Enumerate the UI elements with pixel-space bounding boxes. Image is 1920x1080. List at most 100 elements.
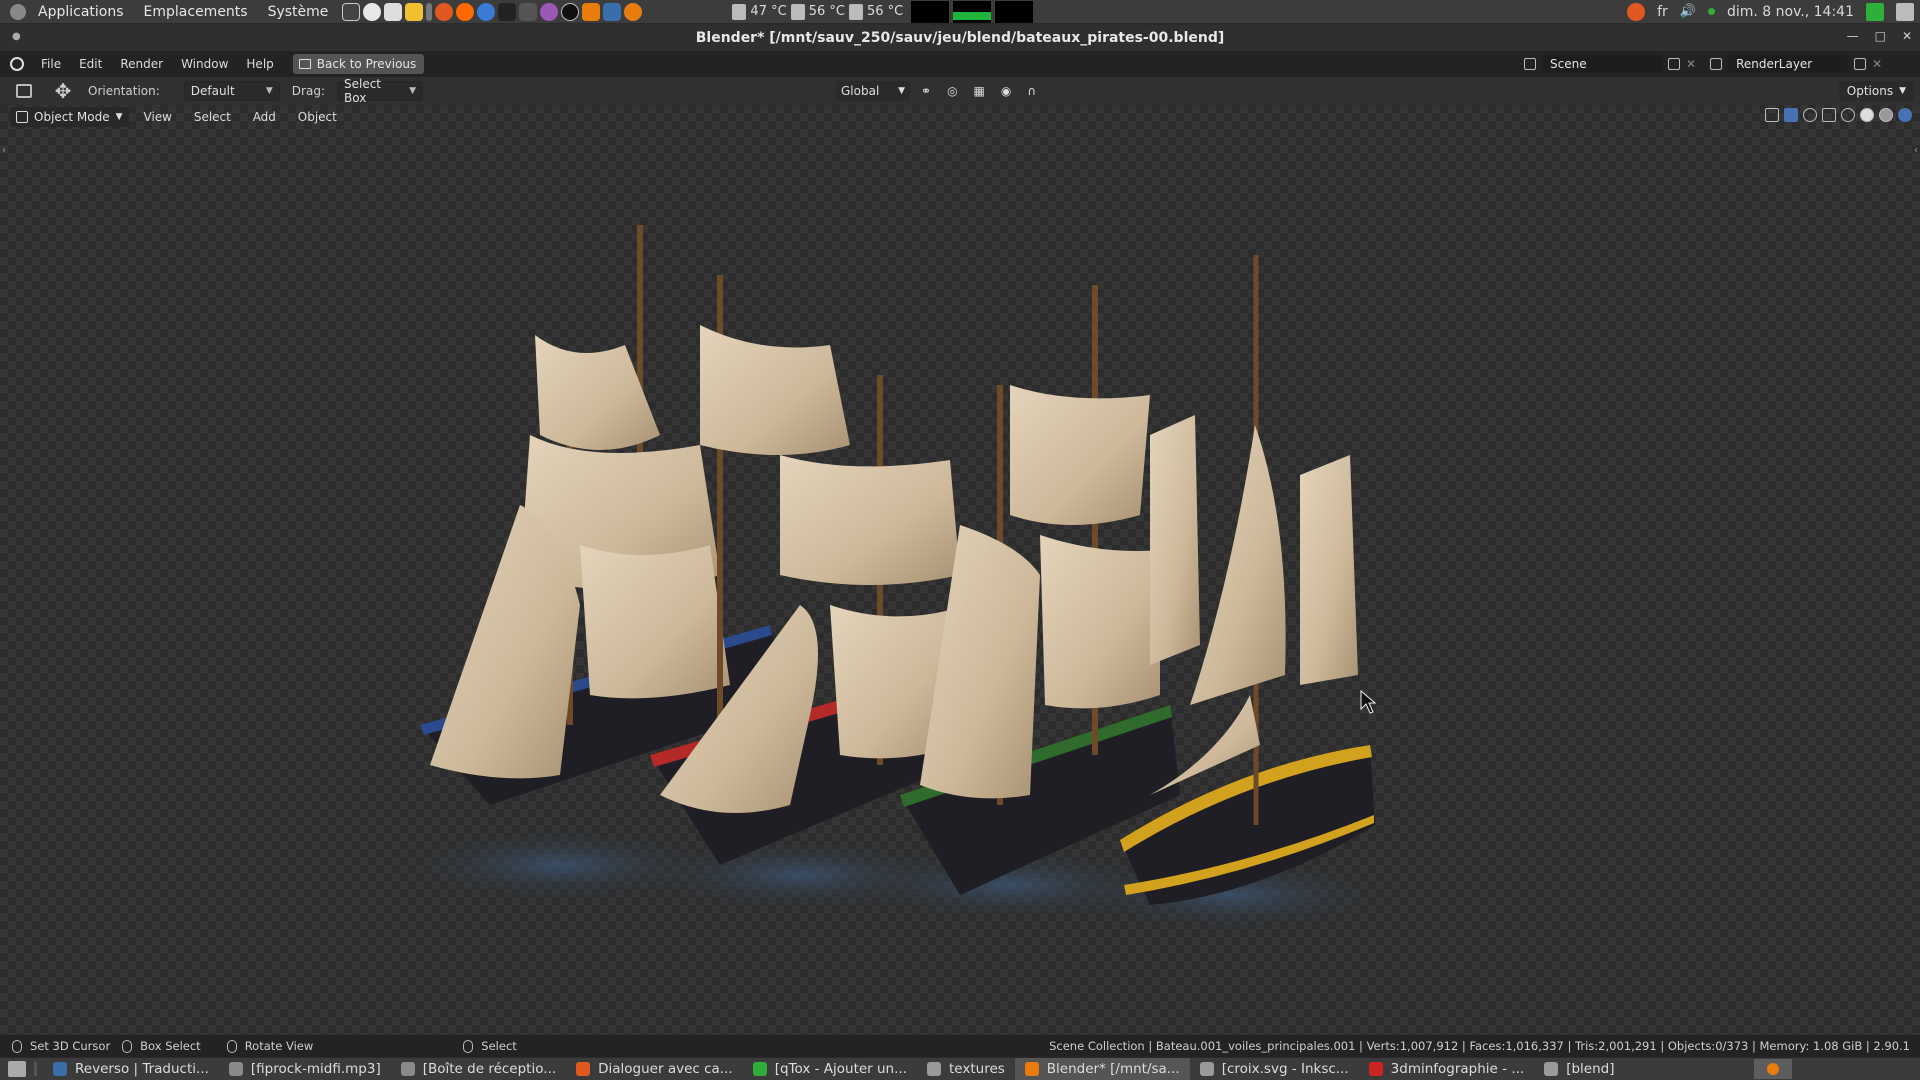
drag-label: Drag: xyxy=(291,84,325,98)
viewport-menu-object[interactable]: Object xyxy=(289,110,346,124)
solid-shading-icon[interactable] xyxy=(1860,108,1874,122)
hint-set-3d-cursor: Set 3D Cursor xyxy=(30,1039,111,1053)
snap-toggle-icon[interactable]: ◎ xyxy=(942,81,962,101)
firefox-icon[interactable] xyxy=(456,2,475,21)
mouse-cursor-icon xyxy=(1360,689,1377,714)
taskbar-task[interactable]: Blender* [/mnt/sa... xyxy=(1014,1057,1190,1080)
remove-scene-icon[interactable]: ✕ xyxy=(1686,57,1696,71)
game-icon[interactable] xyxy=(519,2,538,21)
blender-logo-icon[interactable] xyxy=(10,57,24,71)
scene-icon[interactable] xyxy=(1524,58,1536,70)
status-bar: Set 3D Cursor Box Select Rotate View Sel… xyxy=(0,1035,1920,1057)
taskbar-task[interactable]: [fiprock-midfi.mp3] xyxy=(219,1058,391,1080)
menu-render[interactable]: Render xyxy=(111,57,172,71)
system-monitor-graphs[interactable] xyxy=(911,0,1034,23)
back-to-previous-button[interactable]: Back to Previous xyxy=(292,54,425,74)
taskbar-task[interactable]: textures xyxy=(917,1058,1015,1080)
chevron-down-icon: ▼ xyxy=(265,86,273,96)
menu-systeme[interactable]: Système xyxy=(258,4,339,20)
taskbar-task-label: Reverso | Traducti... xyxy=(75,1061,209,1077)
remove-view-layer-icon[interactable]: ✕ xyxy=(1872,57,1882,71)
maximize-icon[interactable]: □ xyxy=(1875,29,1886,43)
taskbar-task[interactable]: 3dminfographie - ... xyxy=(1359,1058,1535,1080)
xray-toggle-icon[interactable] xyxy=(1822,108,1836,122)
taskbar-task[interactable]: [Boîte de réceptio... xyxy=(391,1058,566,1080)
window-menu-icon[interactable]: ● xyxy=(12,31,21,42)
3d-viewport[interactable]: Object Mode ▼ View Select Add Object › ‹ xyxy=(0,105,1920,1035)
gpu-temp-icon xyxy=(790,3,805,20)
sidebar-expand-icon[interactable]: ‹ xyxy=(1914,145,1918,156)
taskbar-task-label: [blend] xyxy=(1566,1061,1615,1077)
falloff-curve-icon[interactable]: ∩ xyxy=(1022,81,1041,101)
drag-dropdown[interactable]: Select Box ▼ xyxy=(336,77,423,105)
update-icon[interactable] xyxy=(1866,2,1884,21)
settings-icon[interactable] xyxy=(405,2,424,21)
terminal-icon[interactable] xyxy=(342,2,361,21)
menu-file[interactable]: File xyxy=(32,57,70,71)
show-desktop-icon[interactable] xyxy=(8,1061,26,1077)
visibility-icon[interactable] xyxy=(1765,108,1779,122)
obs-icon[interactable] xyxy=(561,2,580,21)
notification-icon[interactable] xyxy=(1627,2,1646,21)
clock[interactable]: dim. 8 nov., 14:41 xyxy=(1727,4,1854,20)
taskbar-task[interactable]: Dialoguer avec ca... xyxy=(566,1058,743,1080)
transform-orientation-dropdown[interactable]: Global ▼ xyxy=(836,81,910,101)
menu-window[interactable]: Window xyxy=(172,57,237,71)
viewport-menu-add[interactable]: Add xyxy=(244,110,285,124)
view-layer-icon[interactable] xyxy=(1710,58,1723,70)
minimize-icon[interactable]: — xyxy=(1847,29,1859,43)
scene-field[interactable]: Scene xyxy=(1542,55,1662,73)
new-view-layer-icon[interactable] xyxy=(1854,58,1867,70)
pivot-point-icon[interactable]: ⚭ xyxy=(916,81,936,101)
ship-green[interactable] xyxy=(900,285,1200,895)
options-dropdown[interactable]: Options ▼ xyxy=(1838,81,1914,101)
shutdown-icon[interactable] xyxy=(1896,2,1914,21)
taskbar-task[interactable]: [blend] xyxy=(1534,1058,1624,1080)
viewport-menu-view[interactable]: View xyxy=(135,110,181,124)
blender-launcher-icon[interactable] xyxy=(624,2,643,21)
close-icon[interactable]: ✕ xyxy=(1902,29,1912,43)
menu-edit[interactable]: Edit xyxy=(70,57,111,71)
view-layer-field[interactable]: RenderLayer xyxy=(1728,55,1849,73)
wireframe-shading-icon[interactable] xyxy=(1841,108,1855,122)
move-tool-icon[interactable]: ✥ xyxy=(50,79,76,103)
menu-emplacements[interactable]: Emplacements xyxy=(134,4,258,20)
fire-icon[interactable] xyxy=(582,2,601,21)
browser-icon[interactable] xyxy=(363,2,382,21)
app-icon xyxy=(576,1062,591,1076)
orientation-dropdown[interactable]: Default ▼ xyxy=(183,81,280,101)
volume-icon[interactable]: 🔊 xyxy=(1680,4,1696,19)
mail-icon[interactable] xyxy=(603,2,622,21)
temperature-sensors: 47 °C 56 °C 56 °C xyxy=(732,3,903,20)
taskbar-task-label: [croix.svg - Inksc... xyxy=(1221,1061,1349,1077)
viewport-menu-select[interactable]: Select xyxy=(185,110,240,124)
chat-icon[interactable] xyxy=(435,2,454,21)
taskbar-task[interactable]: Reverso | Traducti... xyxy=(43,1058,219,1080)
menu-applications[interactable]: Applications xyxy=(28,4,134,20)
toolbar-expand-icon[interactable]: › xyxy=(2,145,6,156)
taskbar-task-label: textures xyxy=(949,1061,1005,1077)
menu-help[interactable]: Help xyxy=(237,57,282,71)
taskbar-task[interactable]: [qTox - Ajouter un... xyxy=(743,1058,917,1080)
palette-icon[interactable] xyxy=(540,2,559,21)
editor-type-selector[interactable] xyxy=(6,80,42,102)
rendered-shading-icon[interactable] xyxy=(1898,108,1912,122)
taskbar-task[interactable]: [croix.svg - Inksc... xyxy=(1190,1058,1359,1080)
chromium-icon[interactable] xyxy=(477,2,496,21)
proportional-edit-icon[interactable]: ◉ xyxy=(996,81,1016,101)
network-graph xyxy=(995,0,1034,23)
new-scene-icon[interactable] xyxy=(1668,58,1680,70)
viewport-header: Object Mode ▼ View Select Add Object xyxy=(0,105,1920,129)
inkscape-icon[interactable] xyxy=(498,2,517,21)
object-mode-dropdown[interactable]: Object Mode ▼ xyxy=(10,107,129,127)
snap-grid-icon[interactable]: ▦ xyxy=(969,81,990,101)
pirate-ships-render xyxy=(380,225,1410,935)
gizmo-toggle-icon[interactable] xyxy=(1784,108,1798,122)
overlays-icon[interactable] xyxy=(1803,108,1817,122)
keyboard-layout[interactable]: fr xyxy=(1657,4,1668,20)
distro-logo-icon[interactable] xyxy=(10,3,26,20)
screen-icon xyxy=(298,59,311,69)
workspace-switcher[interactable] xyxy=(1754,1059,1792,1079)
image-viewer-icon[interactable] xyxy=(384,2,403,21)
material-preview-icon[interactable] xyxy=(1879,108,1893,122)
